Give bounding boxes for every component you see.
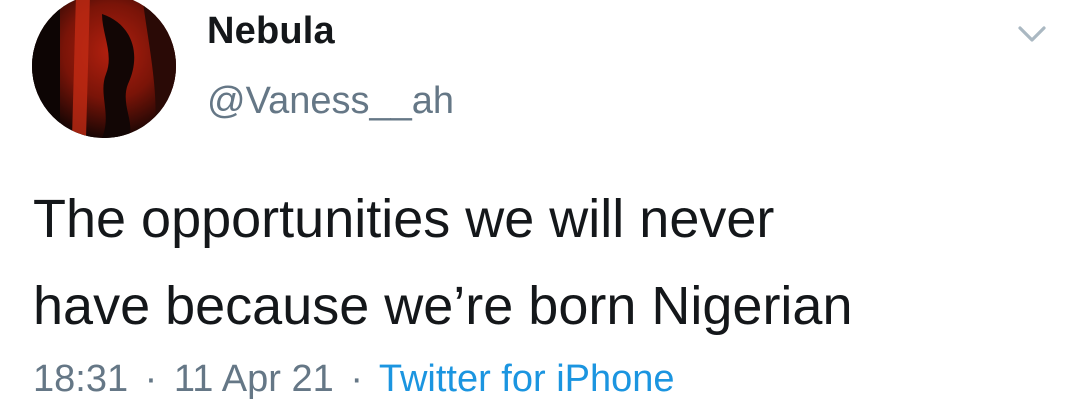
meta-separator: ·: [350, 358, 363, 400]
meta-separator: ·: [144, 358, 158, 400]
avatar-image: [32, 0, 176, 138]
tweet-text-line: The opportunities we will never: [33, 189, 775, 249]
tweet-text: The opportunities we will never have bec…: [33, 176, 1063, 350]
tweet-text-line: have because we’re born Nigerian: [33, 276, 853, 336]
display-name[interactable]: Nebula: [207, 10, 335, 53]
tweet-meta: 18:31 · 11 Apr 21 · Twitter for iPhone: [33, 358, 675, 401]
avatar[interactable]: [32, 0, 176, 138]
tweet-time[interactable]: 18:31: [33, 358, 128, 400]
tweet-date[interactable]: 11 Apr 21: [174, 358, 334, 400]
tweet-card: Nebula @Vaness__ah The opportunities we …: [0, 0, 1080, 420]
user-handle[interactable]: @Vaness__ah: [207, 80, 454, 123]
chevron-down-icon[interactable]: [1014, 20, 1050, 48]
tweet-source-link[interactable]: Twitter for iPhone: [379, 358, 675, 400]
